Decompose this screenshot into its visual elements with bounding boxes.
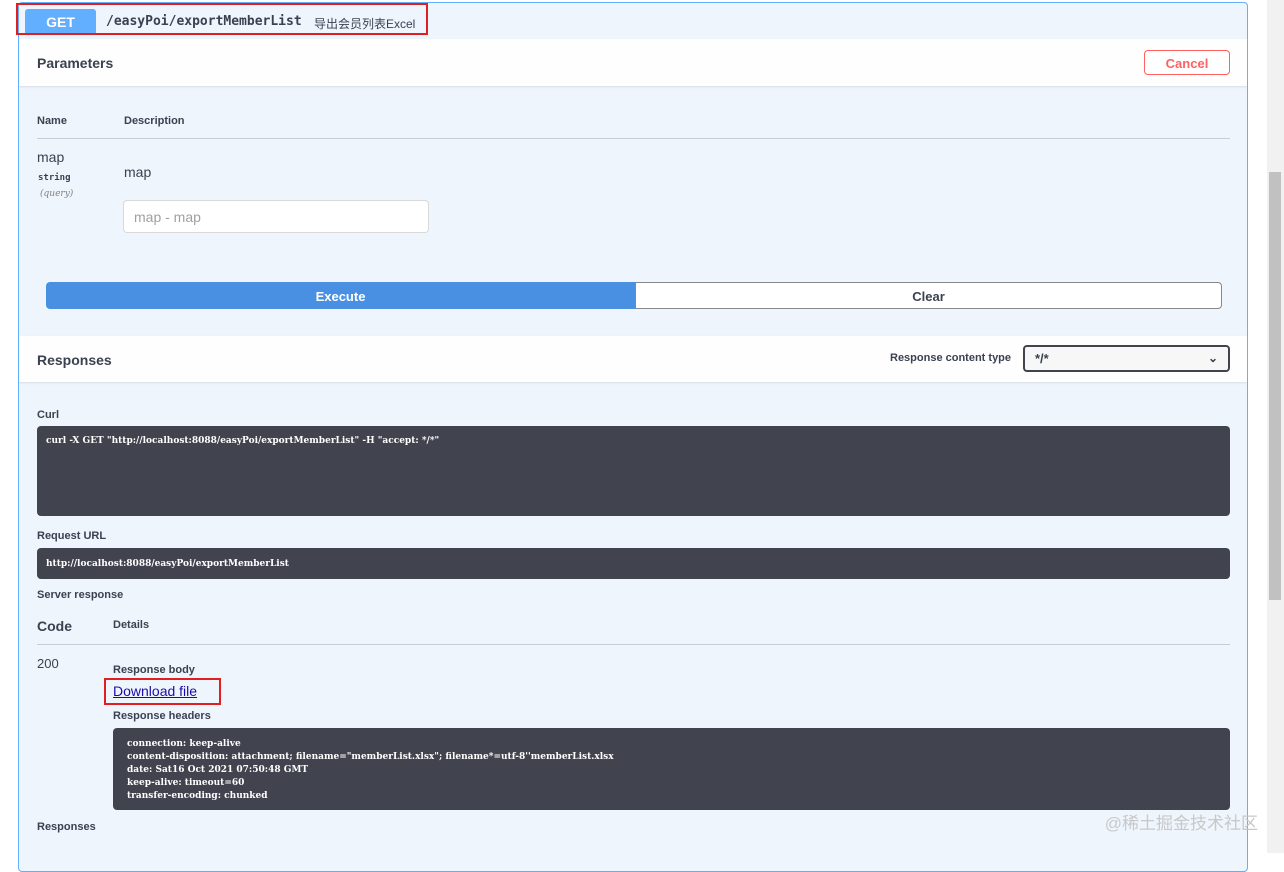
response-headers-block: connection: keep-alive content-dispositio… [113,728,1230,810]
response-content-type-label: Response content type [890,352,1012,364]
operation-block: GET /easyPoi/exportMemberList 导出会员列表Exce… [18,2,1248,872]
request-url: http://localhost:8088/easyPoi/exportMemb… [46,559,289,569]
header-line: transfer-encoding: chunked [127,791,268,801]
description-column-header: Description [124,115,185,127]
header-line: content-disposition: attachment; filenam… [127,752,614,762]
header-line: connection: keep-alive [127,739,241,749]
response-headers-text: connection: keep-alive content-dispositio… [127,738,614,803]
request-url-block: http://localhost:8088/easyPoi/exportMemb… [37,548,1230,579]
highlight-box [16,3,428,35]
scrollbar-thumb[interactable] [1269,172,1281,600]
param-description: map [124,164,152,180]
curl-command: curl -X GET "http://localhost:8088/easyP… [46,436,440,446]
parameters-header: Parameters Cancel [19,39,1247,86]
response-headers-label: Response headers [113,710,211,722]
curl-label: Curl [37,409,59,421]
curl-block: curl -X GET "http://localhost:8088/easyP… [37,426,1230,516]
response-code: 200 [37,656,59,671]
header-line: date: Sat16 Oct 2021 07:50:48 GMT [127,765,309,775]
name-column-header: Name [37,115,67,127]
divider [37,138,1230,139]
clear-button[interactable]: Clear [635,282,1222,309]
execute-row: Execute Clear [46,282,1222,309]
details-column-header: Details [113,619,150,631]
response-body-label: Response body [113,664,195,676]
response-content-type-select[interactable]: */* ⌄ [1023,345,1230,372]
param-type: string [38,173,71,183]
divider [37,644,1230,645]
server-response-label: Server response [37,589,124,601]
watermark: @稀土掘金技术社区 [1104,814,1258,833]
chevron-down-icon: ⌄ [1207,351,1218,365]
footer-responses-label: Responses [37,821,96,833]
execute-button[interactable]: Execute [46,282,635,309]
parameters-title: Parameters [37,55,114,71]
map-input[interactable] [123,200,429,233]
param-location: (query) [40,189,74,199]
request-url-label: Request URL [37,530,107,542]
code-column-header: Code [37,618,72,634]
responses-title: Responses [37,352,112,368]
param-name: map [37,149,65,165]
vertical-scrollbar[interactable] [1267,0,1284,853]
highlight-box [104,678,221,705]
header-line: keep-alive: timeout=60 [127,778,245,788]
cancel-button[interactable]: Cancel [1144,50,1230,75]
response-content-type-value: */* [1035,351,1049,366]
